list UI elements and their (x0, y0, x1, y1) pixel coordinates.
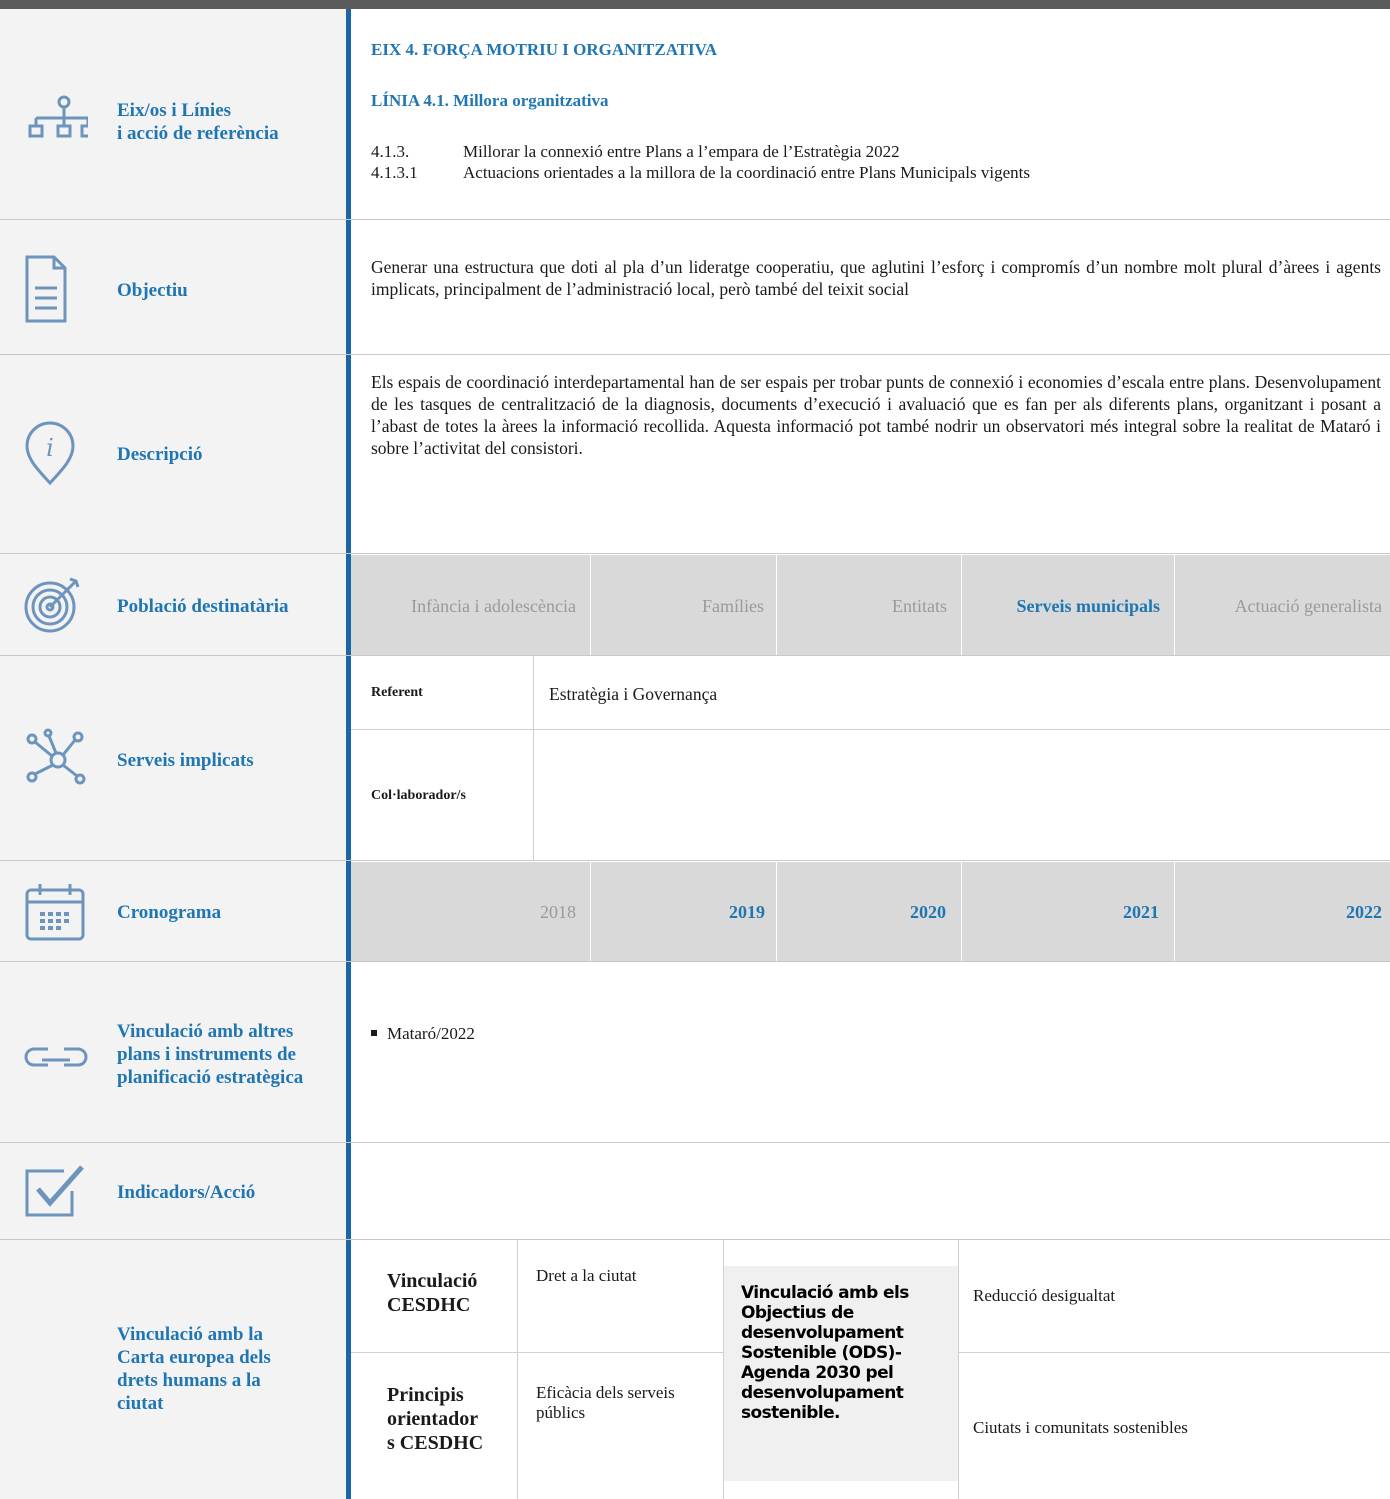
checkbox-icon (24, 1163, 86, 1219)
row-label-cronograma: Cronograma (117, 902, 222, 923)
list-item: Mataró/2022 (371, 1023, 475, 1044)
row-divider (0, 961, 1390, 962)
option-serveis-municipals: Serveis municipals (1016, 596, 1160, 616)
cell-divider (776, 862, 777, 961)
table-divider (517, 1240, 518, 1499)
table-divider (533, 656, 534, 860)
network-icon (24, 727, 86, 789)
link-icon (24, 1045, 88, 1069)
row-label-indicadors: Indicadors/Acció (117, 1182, 256, 1203)
cell-divider (961, 555, 962, 655)
org-chart-icon (22, 94, 96, 154)
row-divider (0, 1239, 1390, 1240)
row-divider (0, 655, 1390, 656)
referent-value: Estratègia i Governança (549, 684, 718, 704)
svg-text:i: i (46, 434, 54, 462)
row-divider (0, 219, 1390, 220)
option-generalista: Actuació generalista (1234, 596, 1382, 616)
option-entitats: Entitats (892, 596, 947, 616)
table-divider (958, 1240, 959, 1499)
cesdhc-label: Vinculació CESDHC (387, 1270, 478, 1316)
row-label-objectiu: Objectiu (117, 280, 188, 301)
year-2021: 2021 (1123, 902, 1159, 922)
cell-divider (961, 862, 962, 961)
info-icon: i (24, 420, 76, 486)
row-label-eix: Eix/os i Línies i acció de referència (117, 100, 279, 144)
cell-divider (1174, 862, 1175, 961)
year-2019: 2019 (729, 902, 765, 922)
top-bar (0, 0, 1390, 9)
linia-title: LÍNIA 4.1. Millora organitzativa (371, 91, 609, 110)
option-infancia: Infància i adolescència (411, 596, 576, 616)
cell-divider (590, 862, 591, 961)
row-divider (0, 860, 1390, 861)
cell-divider (1174, 555, 1175, 655)
ods-value-2: Ciutats i comunitats sostenibles (973, 1418, 1188, 1437)
table-divider (351, 729, 1390, 730)
principis-label: Principis orientador s CESDHC (387, 1384, 484, 1454)
document-icon (24, 254, 68, 324)
cesdhc-value: Dret a la ciutat (536, 1266, 637, 1285)
list-item: 4.1.3.1 Actuacions orientades a la millor… (371, 163, 1030, 182)
descripcio-text: Els espais de coordinació interdepartame… (371, 372, 1381, 458)
row-label-carta: Vinculació amb la Carta europea dels dre… (117, 1324, 271, 1414)
calendar-icon (24, 882, 86, 942)
year-2022: 2022 (1346, 902, 1382, 922)
year-2018: 2018 (540, 902, 576, 922)
eix-title: EIX 4. FORÇA MOTRIU I ORGANITZATIVA (371, 40, 718, 59)
target-icon (22, 575, 82, 635)
row-divider (0, 553, 1390, 554)
vertical-rule (346, 9, 351, 1499)
cell-divider (776, 555, 777, 655)
objectiu-text: Generar una estructura que doti al pla d… (371, 257, 1381, 299)
year-2020: 2020 (910, 902, 946, 922)
bullet-icon (371, 1030, 377, 1037)
row-label-descripcio: Descripció (117, 444, 203, 465)
principis-value: Eficàcia dels serveis públics (536, 1383, 675, 1422)
referent-label: Referent (371, 685, 423, 700)
list-item: 4.1.3. Millorar la connexió entre Plans a… (371, 142, 900, 161)
row-label-serveis: Serveis implicats (117, 750, 254, 771)
ods-label: Vinculació amb els Objectius de desenvol… (741, 1283, 909, 1423)
row-label-vinculacio: Vinculació amb altres plans i instrument… (117, 1021, 304, 1088)
row-divider (0, 354, 1390, 355)
collaborador-label: Col·laborador/s (371, 788, 466, 803)
table-divider (958, 1352, 1390, 1353)
cell-divider (590, 555, 591, 655)
row-label-poblacio: Població destinatària (117, 596, 289, 617)
table-divider (351, 1352, 723, 1353)
option-families: Famílies (702, 596, 764, 616)
ods-value-1: Reducció desigualtat (973, 1286, 1116, 1305)
row-divider (0, 1142, 1390, 1143)
